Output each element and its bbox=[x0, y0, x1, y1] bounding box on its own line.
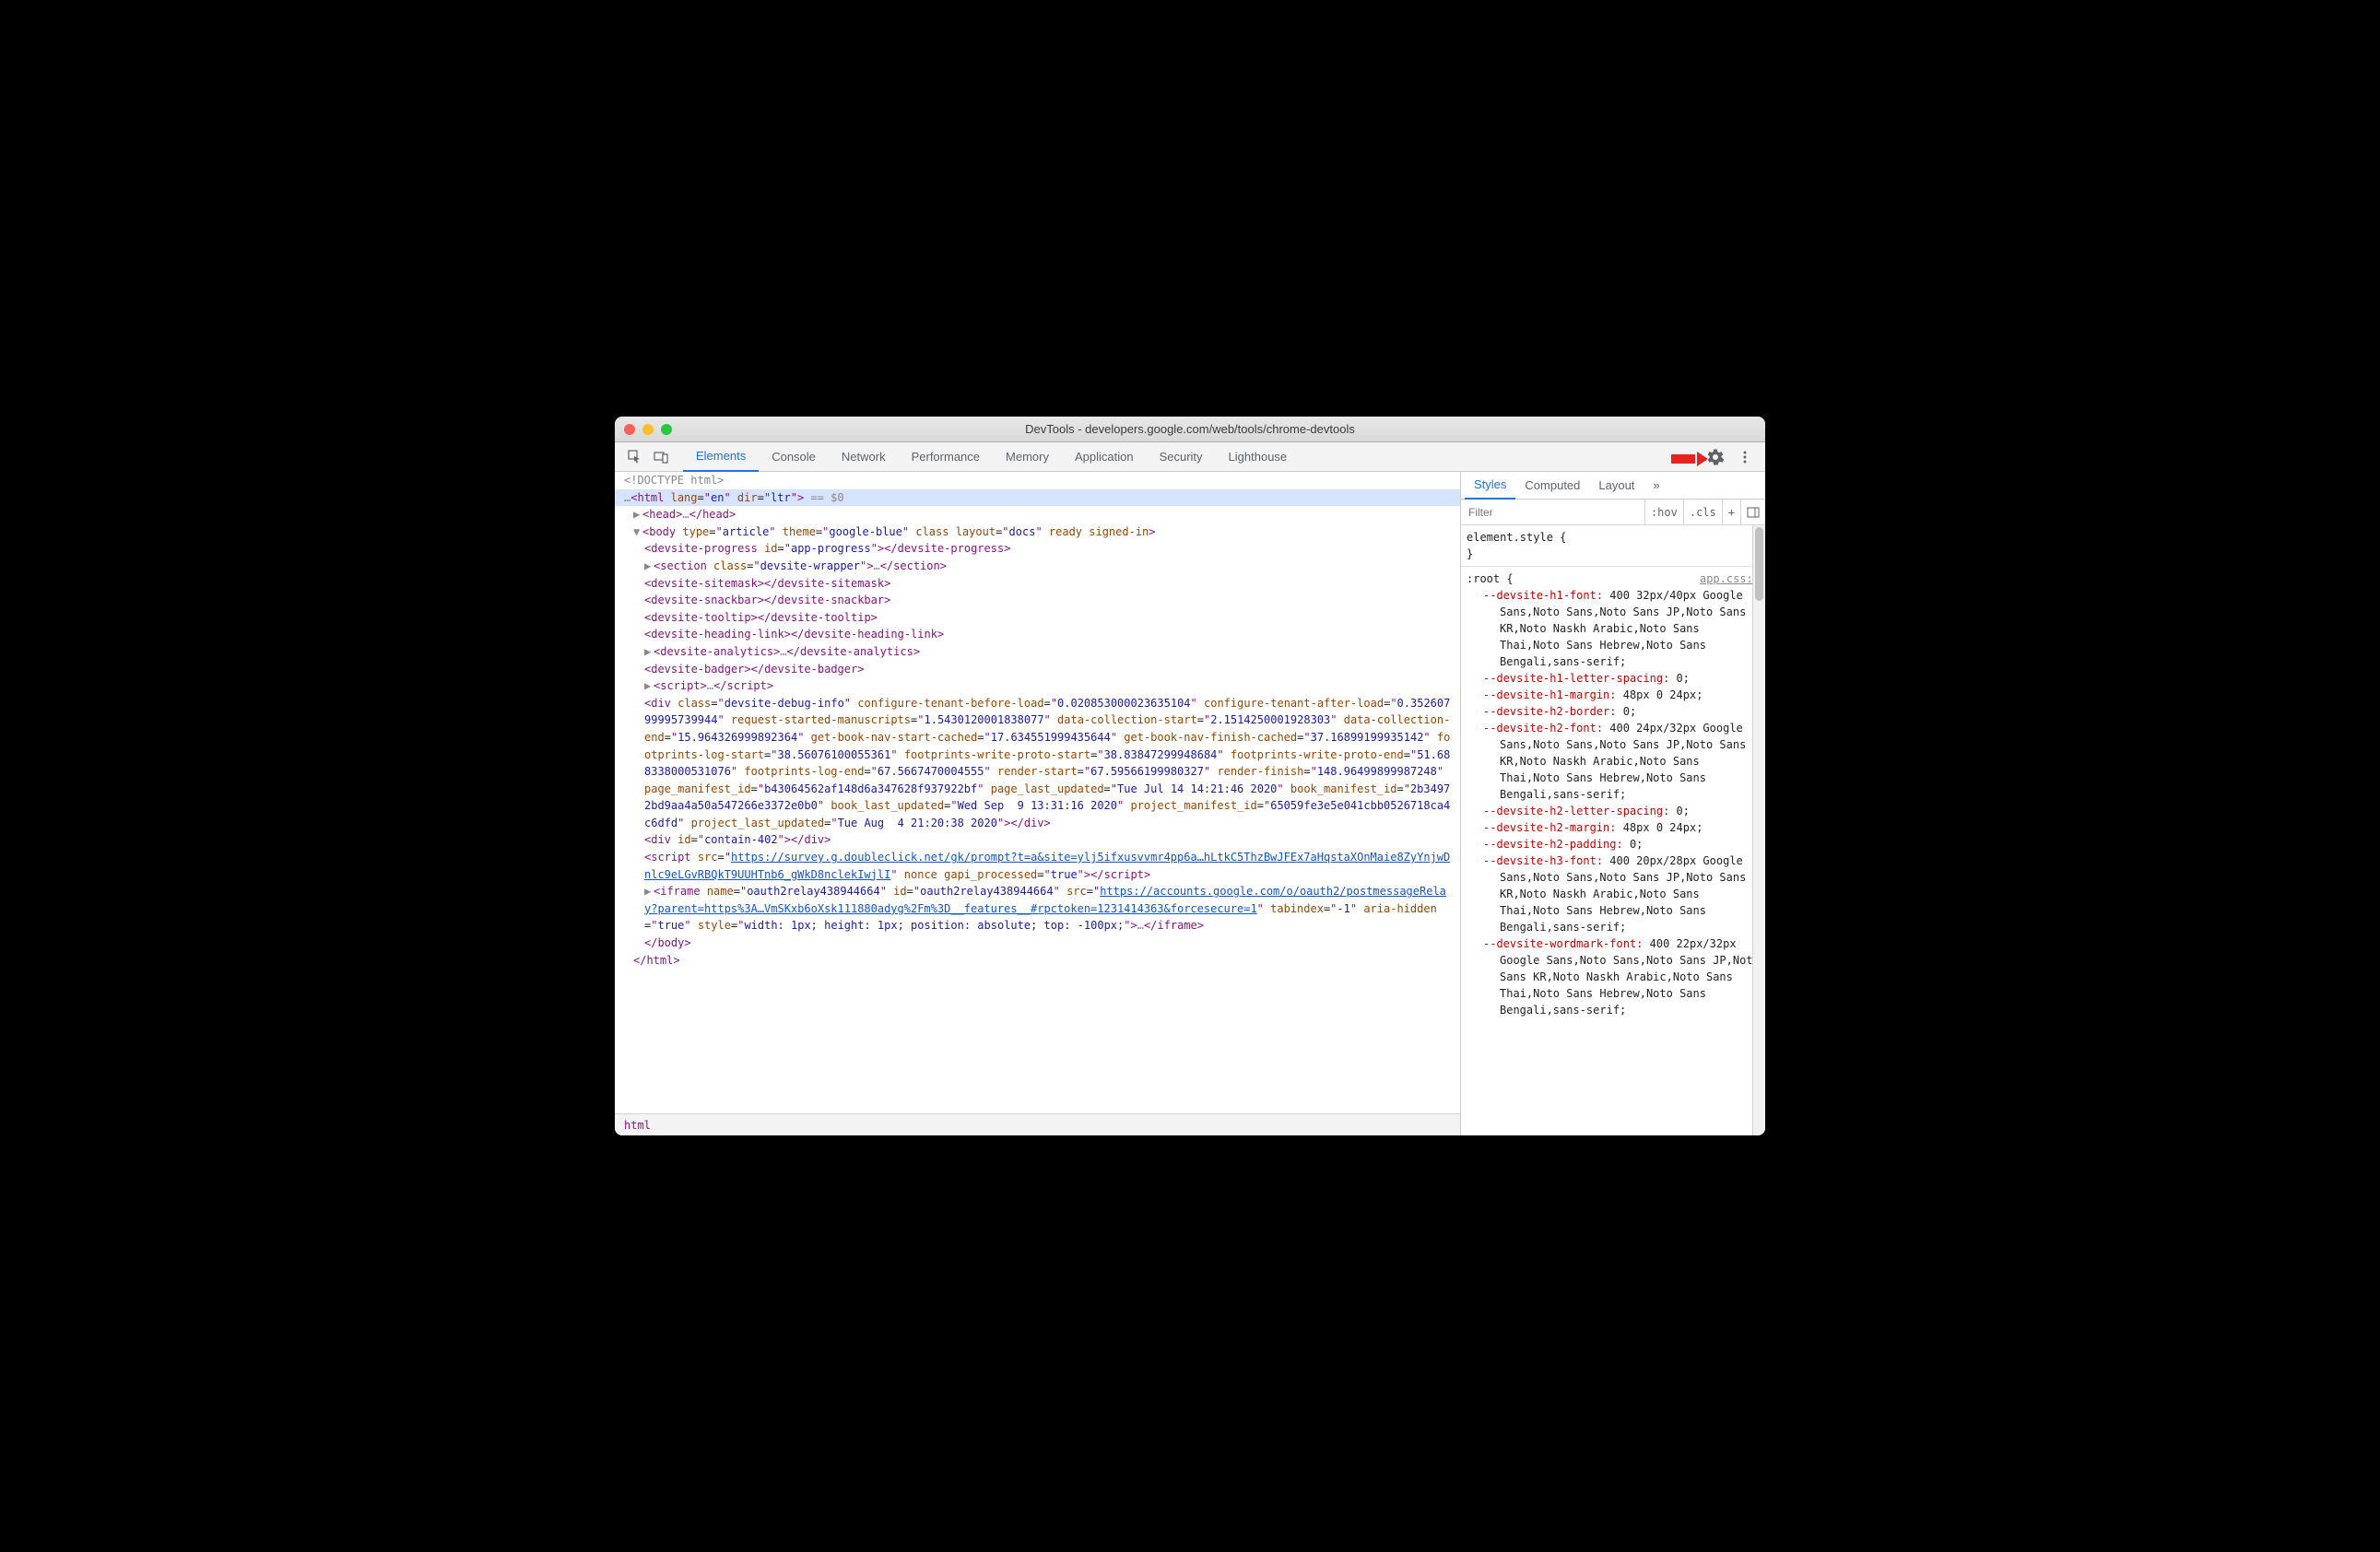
more-tabs-icon[interactable]: » bbox=[1644, 472, 1668, 500]
panel-tabs: Elements Console Network Performance Mem… bbox=[683, 442, 1300, 472]
css-property[interactable]: --devsite-h2-border: 0; bbox=[1483, 703, 1760, 720]
tab-application[interactable]: Application bbox=[1062, 442, 1147, 472]
tab-memory[interactable]: Memory bbox=[993, 442, 1062, 472]
tab-styles[interactable]: Styles bbox=[1465, 472, 1515, 500]
hov-toggle[interactable]: :hov bbox=[1644, 500, 1683, 525]
main-content: <!DOCTYPE html> …<html lang="en" dir="lt… bbox=[615, 472, 1765, 1135]
styles-scrollbar[interactable] bbox=[1752, 525, 1765, 1135]
tab-lighthouse[interactable]: Lighthouse bbox=[1216, 442, 1301, 472]
css-property[interactable]: --devsite-h1-letter-spacing: 0; bbox=[1483, 670, 1760, 687]
devsite-snackbar-line[interactable]: <devsite-snackbar></devsite-snackbar> bbox=[615, 592, 1460, 609]
devsite-badger-line[interactable]: <devsite-badger></devsite-badger> bbox=[615, 661, 1460, 678]
css-property[interactable]: --devsite-h1-font: 400 32px/40px Google … bbox=[1483, 587, 1760, 670]
script-collapsed-line[interactable]: ▶<script>…</script> bbox=[615, 677, 1460, 695]
inspect-element-icon[interactable] bbox=[622, 444, 648, 470]
css-property[interactable]: --devsite-h2-padding: 0; bbox=[1483, 836, 1760, 852]
tab-layout[interactable]: Layout bbox=[1589, 472, 1644, 500]
devsite-tooltip-line[interactable]: <devsite-tooltip></devsite-tooltip> bbox=[615, 609, 1460, 627]
root-rule-block[interactable]: app.css:1 :root { --devsite-h1-font: 400… bbox=[1467, 570, 1760, 1018]
source-link[interactable]: app.css:1 bbox=[1700, 570, 1760, 587]
iframe-line[interactable]: ▶<iframe name="oauth2relay438944664" id=… bbox=[615, 883, 1460, 935]
breadcrumb[interactable]: html bbox=[615, 1113, 1460, 1135]
section-line[interactable]: ▶<section class="devsite-wrapper">…</sec… bbox=[615, 558, 1460, 575]
more-menu-icon[interactable] bbox=[1732, 444, 1758, 470]
body-close-line[interactable]: </body> bbox=[615, 935, 1460, 952]
devtools-window: DevTools - developers.google.com/web/too… bbox=[615, 417, 1765, 1135]
devsite-sitemask-line[interactable]: <devsite-sitemask></devsite-sitemask> bbox=[615, 575, 1460, 593]
close-window-button[interactable] bbox=[624, 424, 635, 435]
html-close-line[interactable]: </html> bbox=[615, 952, 1460, 970]
survey-script-line[interactable]: <script src="https://survey.g.doubleclic… bbox=[615, 849, 1460, 883]
cls-toggle[interactable]: .cls bbox=[1683, 500, 1722, 525]
devsite-heading-link-line[interactable]: <devsite-heading-link></devsite-heading-… bbox=[615, 626, 1460, 643]
html-element-line[interactable]: …<html lang="en" dir="ltr"> == $0 bbox=[615, 489, 1460, 507]
settings-gear-icon[interactable] bbox=[1703, 444, 1728, 470]
styles-content[interactable]: element.style { } app.css:1 :root { --de… bbox=[1461, 525, 1765, 1135]
contain-div-line[interactable]: <div id="contain-402"></div> bbox=[615, 831, 1460, 849]
devsite-analytics-line[interactable]: ▶<devsite-analytics>…</devsite-analytics… bbox=[615, 643, 1460, 661]
titlebar: DevTools - developers.google.com/web/too… bbox=[615, 417, 1765, 442]
css-property[interactable]: --devsite-h2-letter-spacing: 0; bbox=[1483, 803, 1760, 819]
styles-filter-row: :hov .cls + bbox=[1461, 500, 1765, 525]
styles-filter-input[interactable] bbox=[1461, 500, 1644, 524]
styles-panel: Styles Computed Layout » :hov .cls + ele… bbox=[1461, 472, 1765, 1135]
elements-panel: <!DOCTYPE html> …<html lang="en" dir="lt… bbox=[615, 472, 1461, 1135]
tab-console[interactable]: Console bbox=[759, 442, 829, 472]
window-title: DevTools - developers.google.com/web/too… bbox=[615, 422, 1765, 436]
dom-tree[interactable]: <!DOCTYPE html> …<html lang="en" dir="lt… bbox=[615, 472, 1460, 1113]
doctype-line[interactable]: <!DOCTYPE html> bbox=[615, 472, 1460, 489]
css-property[interactable]: --devsite-h1-margin: 48px 0 24px; bbox=[1483, 687, 1760, 703]
toggle-sidebar-icon[interactable] bbox=[1740, 500, 1765, 525]
element-style-block[interactable]: element.style { } bbox=[1467, 529, 1760, 562]
css-property[interactable]: --devsite-h2-margin: 48px 0 24px; bbox=[1483, 819, 1760, 836]
css-property[interactable]: --devsite-h3-font: 400 20px/28px Google … bbox=[1483, 852, 1760, 935]
traffic-lights bbox=[624, 424, 672, 435]
styles-tabs: Styles Computed Layout » bbox=[1461, 472, 1765, 500]
main-toolbar: Elements Console Network Performance Mem… bbox=[615, 442, 1765, 472]
css-property[interactable]: --devsite-wordmark-font: 400 22px/32px G… bbox=[1483, 935, 1760, 1018]
devsite-progress-line[interactable]: <devsite-progress id="app-progress"></de… bbox=[615, 540, 1460, 558]
tab-elements[interactable]: Elements bbox=[683, 442, 759, 472]
debug-div-line[interactable]: <div class="devsite-debug-info" configur… bbox=[615, 695, 1460, 832]
body-open-line[interactable]: ▼<body type="article" theme="google-blue… bbox=[615, 523, 1460, 541]
maximize-window-button[interactable] bbox=[661, 424, 672, 435]
new-style-rule-icon[interactable]: + bbox=[1722, 500, 1740, 525]
css-property[interactable]: --devsite-h2-font: 400 24px/32px Google … bbox=[1483, 720, 1760, 803]
tab-performance[interactable]: Performance bbox=[899, 442, 993, 472]
device-toolbar-icon[interactable] bbox=[648, 444, 674, 470]
tab-network[interactable]: Network bbox=[829, 442, 899, 472]
head-line[interactable]: ▶<head>…</head> bbox=[615, 506, 1460, 523]
minimize-window-button[interactable] bbox=[642, 424, 654, 435]
tab-security[interactable]: Security bbox=[1147, 442, 1216, 472]
tab-computed[interactable]: Computed bbox=[1515, 472, 1589, 500]
